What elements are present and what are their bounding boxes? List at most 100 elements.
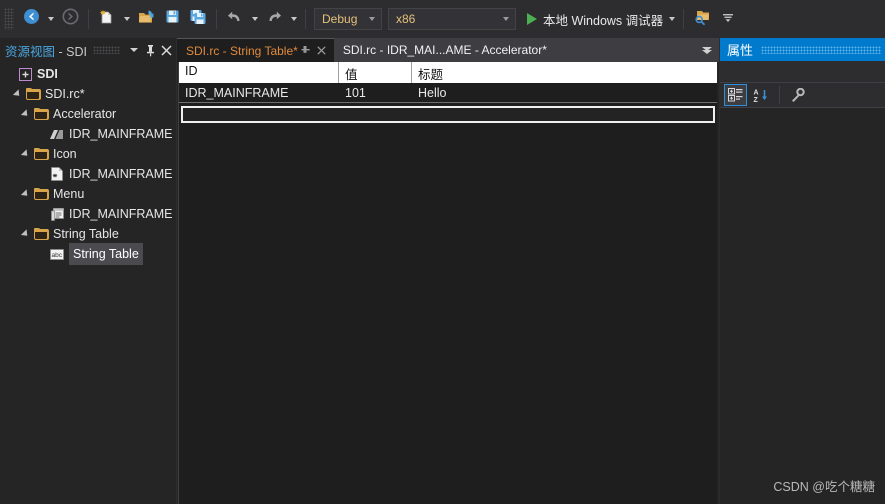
resource-view-pin-button[interactable] — [142, 41, 158, 59]
cell-id[interactable]: IDR_MAINFRAME — [179, 86, 339, 100]
redo-button[interactable] — [262, 7, 286, 31]
tree-item-sdi[interactable]: SDI — [0, 64, 176, 84]
column-header-value[interactable]: 值 — [339, 62, 412, 83]
toolbar-overflow-button[interactable] — [716, 7, 740, 31]
tree-item-string-table[interactable]: String Table — [0, 224, 176, 244]
properties-object-combo-area[interactable] — [720, 61, 885, 82]
close-icon — [317, 46, 326, 55]
save-all-button[interactable] — [186, 7, 210, 31]
navigate-forward-button[interactable] — [58, 7, 82, 31]
tree-item-idr-mainframe[interactable]: IDR_MAINFRAME — [0, 124, 176, 144]
tree-expander[interactable] — [18, 229, 32, 239]
svg-text:abc: abc — [52, 252, 63, 259]
tree-expander[interactable] — [10, 89, 24, 99]
table-row[interactable]: IDR_MAINFRAME 101 Hello — [179, 83, 717, 103]
properties-panel: 属性 A Z — [720, 38, 885, 504]
pin-icon — [301, 46, 310, 53]
start-debugging-dropdown[interactable] — [665, 7, 678, 31]
chevron-down-icon — [502, 17, 509, 21]
folder-icon — [32, 188, 50, 200]
tree-item-accelerator[interactable]: Accelerator — [0, 104, 176, 124]
new-item-button[interactable] — [95, 7, 119, 31]
resource-view-title-primary: 资源视图 — [5, 44, 56, 59]
navigate-back-button[interactable] — [19, 7, 43, 31]
triangle-down-icon — [20, 189, 30, 199]
solution-platform-value: x86 — [396, 12, 416, 26]
column-header-caption[interactable]: 标题 — [412, 62, 717, 83]
tree-expander[interactable] — [18, 109, 32, 119]
tree-item-label: IDR_MAINFRAME — [69, 167, 173, 181]
cell-value[interactable]: 101 — [339, 86, 412, 100]
tree-item-idr-mainframe[interactable]: IDR_MAINFRAME — [0, 164, 176, 184]
column-header-id[interactable]: ID — [179, 62, 339, 83]
tab-overflow-icon[interactable] — [702, 46, 712, 54]
resource-tree[interactable]: SDI SDI.rc* Accelerator IDR_MAINFRAME Icon ID… — [0, 62, 176, 265]
tree-item-label: String Table — [53, 227, 119, 241]
icon-resource-icon — [48, 167, 66, 181]
toolbar-separator — [683, 9, 685, 29]
tree-expander[interactable] — [18, 189, 32, 199]
start-debugging-button[interactable]: 本地 Windows 调试器 — [523, 7, 665, 31]
open-file-button[interactable] — [134, 7, 158, 31]
tree-item-icon[interactable]: Icon — [0, 144, 176, 164]
tree-item-menu[interactable]: Menu — [0, 184, 176, 204]
properties-title: 属性 — [727, 43, 754, 58]
resource-view-close-button[interactable] — [158, 41, 174, 59]
toolbar-separator — [305, 9, 306, 29]
save-icon — [164, 8, 181, 30]
chevron-down-icon — [47, 17, 54, 21]
folder-icon — [24, 88, 42, 100]
tree-item-sdi-rc[interactable]: SDI.rc* — [0, 84, 176, 104]
find-in-files-button[interactable] — [690, 7, 714, 31]
navigate-forward-icon — [62, 8, 79, 30]
editor-tab-label: SDI.rc - String Table* — [186, 43, 298, 58]
solution-configuration-combo[interactable]: Debug — [314, 8, 382, 30]
properties-drag-dots — [761, 45, 881, 54]
save-button[interactable] — [160, 7, 184, 31]
new-item-icon — [98, 8, 116, 31]
properties-grid[interactable] — [720, 108, 885, 501]
editor-tab-label: SDI.rc - IDR_MAI...AME - Accelerator* — [342, 43, 547, 57]
tree-expander[interactable] — [18, 149, 32, 159]
resource-view-menu-button[interactable] — [126, 41, 142, 59]
tab-overflow-area — [550, 38, 719, 62]
svg-text:A: A — [753, 89, 758, 96]
string-table-header-row: ID 值 标题 — [179, 62, 717, 83]
property-pages-button[interactable] — [785, 84, 808, 106]
triangle-down-icon — [12, 89, 22, 99]
solution-platform-dropdown[interactable] — [498, 17, 513, 21]
tree-item-idr-mainframe[interactable]: IDR_MAINFRAME — [0, 204, 176, 224]
categorized-view-icon — [728, 88, 743, 102]
editor-area: SDI.rc - String Table* SDI.rc - IDR_MAI..… — [177, 38, 719, 504]
resource-view-panel: 资源视图 - SDI SDI SDI.rc* Accelerator IDR_M… — [0, 38, 176, 504]
redo-dropdown[interactable] — [287, 7, 300, 31]
alphabetical-sort-button[interactable]: A Z — [749, 84, 772, 106]
categorized-view-button[interactable] — [724, 84, 747, 106]
undo-dropdown[interactable] — [248, 7, 261, 31]
editor-tab-1[interactable]: SDI.rc - IDR_MAI...AME - Accelerator* — [333, 38, 551, 62]
toolbar-grip[interactable] — [4, 8, 14, 30]
solution-configuration-dropdown[interactable] — [364, 17, 379, 21]
undo-icon — [226, 8, 244, 31]
chevron-down-icon — [123, 17, 130, 21]
chevron-down-icon — [668, 17, 675, 21]
navigate-back-dropdown[interactable] — [44, 7, 57, 31]
tab-pin-button[interactable] — [298, 45, 314, 56]
editor-tab-0[interactable]: SDI.rc - String Table* — [177, 38, 334, 62]
properties-header: 属性 — [720, 38, 885, 61]
tab-close-button[interactable] — [314, 46, 330, 55]
cell-caption[interactable]: Hello — [412, 86, 717, 100]
triangle-down-icon — [20, 109, 30, 119]
undo-button[interactable] — [223, 7, 247, 31]
tree-item-string-table[interactable]: abc String Table — [0, 243, 176, 265]
tree-item-label: SDI.rc* — [45, 87, 85, 101]
watermark: CSDN @吃个糖糖 — [773, 480, 875, 494]
string-table-editor[interactable]: ID 值 标题 IDR_MAINFRAME 101 Hello — [178, 62, 717, 504]
new-item-dropdown[interactable] — [120, 7, 133, 31]
solution-platform-combo[interactable]: x86 — [388, 8, 516, 30]
triangle-down-icon — [20, 229, 30, 239]
tree-item-label: IDR_MAINFRAME — [69, 207, 173, 221]
new-entry-row[interactable] — [181, 106, 715, 123]
resource-view-drag-dots — [92, 46, 120, 54]
find-in-files-icon — [693, 8, 711, 31]
